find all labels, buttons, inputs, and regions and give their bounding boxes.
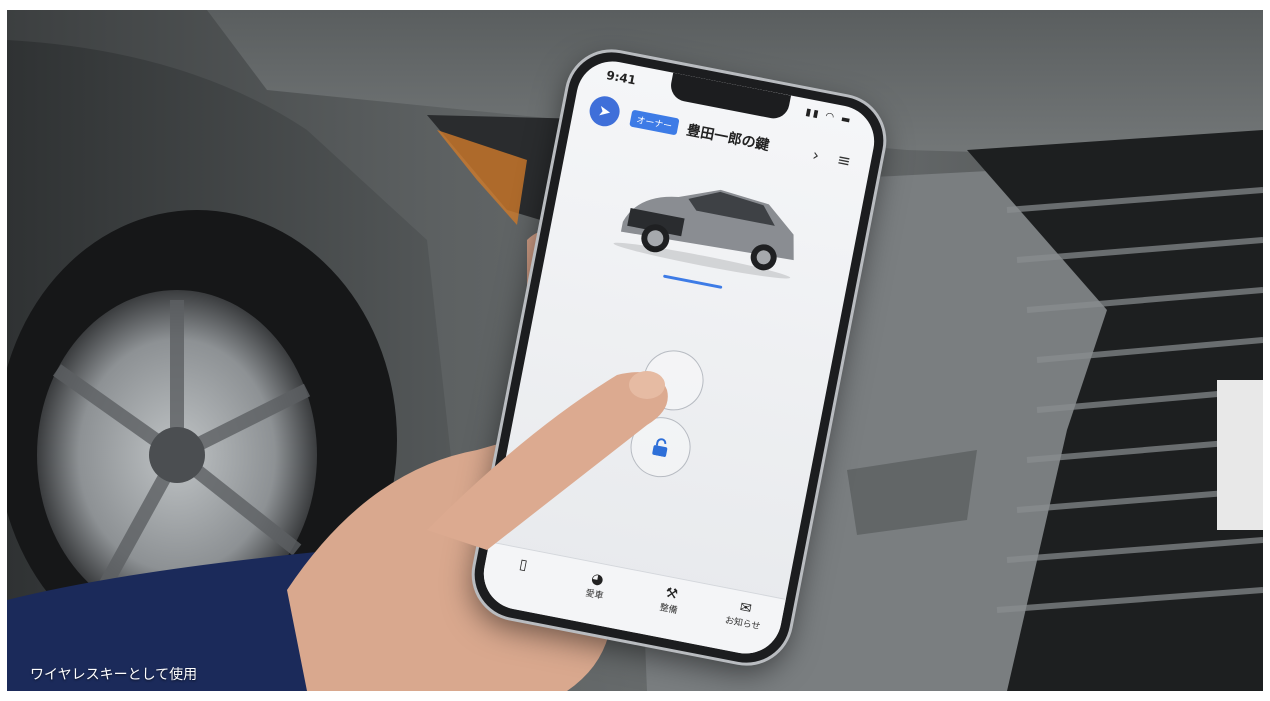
photo-caption: ワイヤレスキーとして使用 xyxy=(30,667,198,683)
index-finger xyxy=(427,371,668,550)
photo-frame: 9:41 ▮▮ ◠ ▬ ➤ オーナー 豊田一郎の鍵 › ≡ ▯ ◕ 愛車 ⚒ 整… xyxy=(7,10,1263,691)
